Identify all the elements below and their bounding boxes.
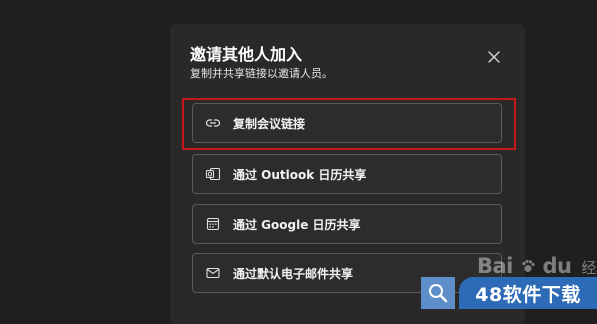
- outlook-icon: [205, 166, 221, 182]
- copy-link-label: 复制会议链接: [233, 116, 306, 131]
- copy-link-button[interactable]: 复制会议链接: [192, 103, 502, 143]
- calendar-icon: [205, 216, 221, 232]
- baidu-paw-text: du: [542, 254, 572, 278]
- share-google-label: 通过 Google 日历共享: [233, 217, 361, 232]
- close-icon: [488, 51, 500, 63]
- mail-icon: [205, 265, 221, 281]
- link-icon: [205, 115, 221, 131]
- share-google-button[interactable]: 通过 Google 日历共享: [192, 204, 502, 244]
- baidu-jingyan: 经验: [581, 259, 597, 277]
- paw-icon: [522, 259, 535, 272]
- share-outlook-button[interactable]: 通过 Outlook 日历共享: [192, 154, 502, 194]
- dialog-title: 邀请其他人加入: [190, 45, 303, 64]
- site-watermark-text: 48软件下载: [475, 283, 581, 306]
- close-button[interactable]: [483, 46, 505, 68]
- dialog-subtitle: 复制并共享链接以邀请人员。: [190, 67, 333, 80]
- baidu-text: Bai: [477, 254, 513, 278]
- site-watermark: 48软件下载: [421, 277, 597, 309]
- share-email-label: 通过默认电子邮件共享: [233, 266, 354, 281]
- share-outlook-label: 通过 Outlook 日历共享: [233, 167, 367, 182]
- baidu-watermark: Bai du 经验: [477, 254, 597, 278]
- magnifier-icon: [421, 277, 455, 309]
